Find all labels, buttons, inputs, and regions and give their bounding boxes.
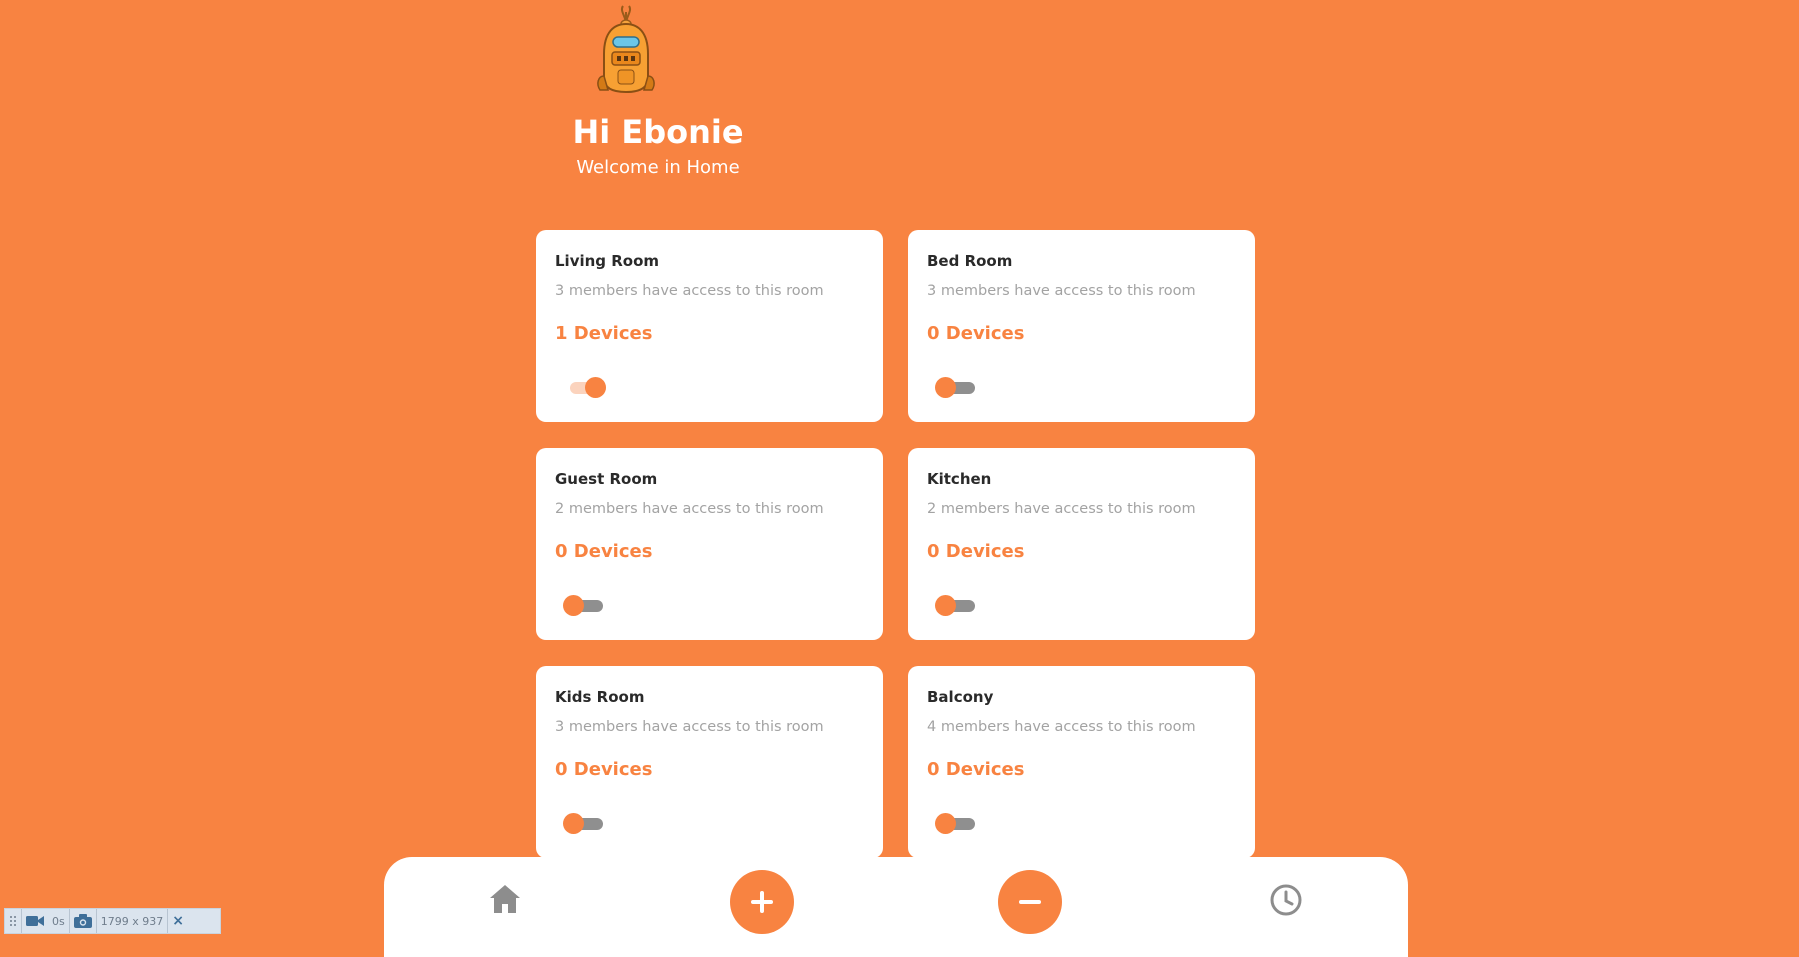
room-access-text: 4 members have access to this room bbox=[927, 719, 1196, 735]
close-icon: × bbox=[172, 913, 184, 929]
room-device-count: 0 Devices bbox=[927, 541, 1025, 562]
room-power-toggle[interactable] bbox=[935, 811, 975, 834]
room-device-count: 0 Devices bbox=[927, 759, 1025, 780]
add-room-button[interactable] bbox=[730, 870, 794, 934]
room-power-toggle[interactable] bbox=[935, 375, 975, 398]
viewport-size-readout: 1799 x 937 bbox=[97, 909, 169, 933]
camera-icon bbox=[73, 914, 92, 928]
room-power-toggle[interactable] bbox=[563, 593, 603, 616]
remove-room-button[interactable] bbox=[998, 870, 1062, 934]
clock-icon[interactable] bbox=[1269, 883, 1303, 917]
room-device-count: 0 Devices bbox=[555, 541, 653, 562]
robot-mascot-image bbox=[597, 5, 655, 94]
greeting-title: Hi Ebonie bbox=[572, 113, 744, 151]
room-name: Balcony bbox=[927, 688, 994, 706]
room-device-count: 1 Devices bbox=[555, 323, 653, 344]
room-name: Guest Room bbox=[555, 470, 658, 488]
close-toolbar-button[interactable]: × bbox=[168, 909, 188, 933]
screenshot-button[interactable] bbox=[70, 909, 97, 933]
bottom-nav-bar bbox=[384, 857, 1408, 957]
toggle-knob bbox=[563, 813, 584, 834]
welcome-subtitle: Welcome in Home bbox=[576, 157, 740, 178]
video-record-button[interactable]: 0s bbox=[22, 909, 70, 933]
room-access-text: 3 members have access to this room bbox=[555, 719, 824, 735]
room-name: Living Room bbox=[555, 252, 660, 270]
room-card-kids-room[interactable]: Kids Room 3 members have access to this … bbox=[536, 666, 883, 858]
video-camera-icon bbox=[26, 916, 44, 926]
drag-handle-icon[interactable] bbox=[5, 909, 22, 933]
toggle-knob bbox=[585, 377, 606, 398]
room-access-text: 2 members have access to this room bbox=[555, 501, 824, 517]
room-name: Kids Room bbox=[555, 688, 645, 706]
room-power-toggle[interactable] bbox=[935, 593, 975, 616]
toggle-knob bbox=[935, 377, 956, 398]
room-power-toggle[interactable] bbox=[563, 811, 603, 834]
room-name: Bed Room bbox=[927, 252, 1013, 270]
room-access-text: 3 members have access to this room bbox=[927, 283, 1196, 299]
minus-icon bbox=[1019, 900, 1041, 904]
toggle-knob bbox=[935, 813, 956, 834]
room-device-count: 0 Devices bbox=[555, 759, 653, 780]
toggle-knob bbox=[563, 595, 584, 616]
room-card-kitchen[interactable]: Kitchen 2 members have access to this ro… bbox=[908, 448, 1255, 640]
viewport-size-text: 1799 x 937 bbox=[100, 914, 164, 928]
room-access-text: 3 members have access to this room bbox=[555, 283, 824, 299]
room-device-count: 0 Devices bbox=[927, 323, 1025, 344]
room-card-living-room[interactable]: Living Room 3 members have access to thi… bbox=[536, 230, 883, 422]
room-card-guest-room[interactable]: Guest Room 2 members have access to this… bbox=[536, 448, 883, 640]
room-card-bed-room[interactable]: Bed Room 3 members have access to this r… bbox=[908, 230, 1255, 422]
record-timer: 0s bbox=[52, 914, 65, 928]
home-icon[interactable] bbox=[488, 883, 522, 915]
room-access-text: 2 members have access to this room bbox=[927, 501, 1196, 517]
toggle-knob bbox=[935, 595, 956, 616]
room-power-toggle[interactable] bbox=[566, 375, 606, 398]
room-name: Kitchen bbox=[927, 470, 992, 488]
room-card-balcony[interactable]: Balcony 4 members have access to this ro… bbox=[908, 666, 1255, 858]
plus-icon-vertical bbox=[760, 891, 764, 913]
recorder-toolbar: 0s 1799 x 937 × bbox=[4, 908, 221, 934]
